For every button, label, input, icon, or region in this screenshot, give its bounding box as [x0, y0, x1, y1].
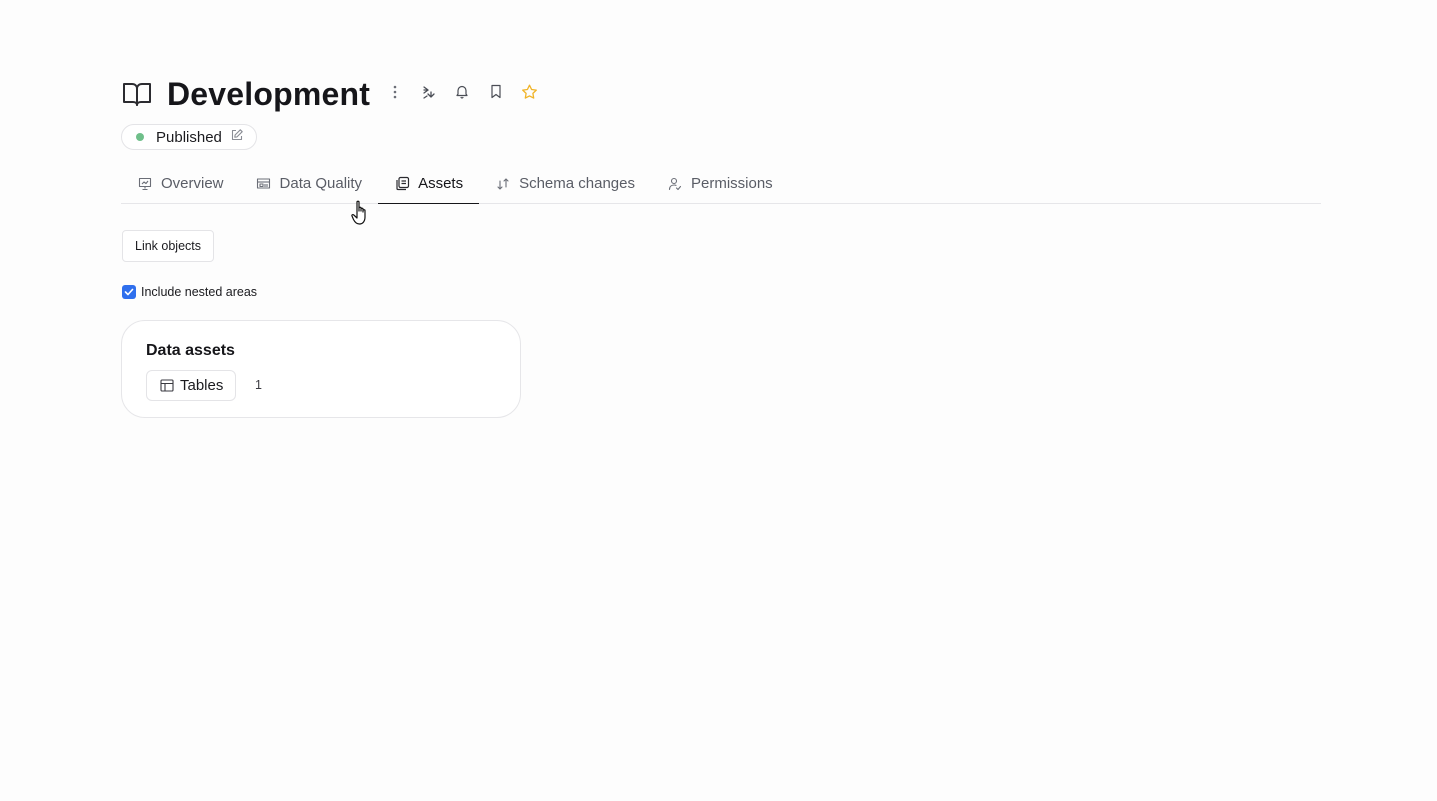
tables-count: 1	[255, 378, 262, 392]
presentation-icon	[137, 176, 153, 192]
tab-assets[interactable]: Assets	[378, 164, 480, 204]
page: Development Published Overview Data Qual…	[0, 0, 1437, 801]
tab-label: Assets	[418, 175, 464, 192]
link-objects-button[interactable]: Link objects	[122, 230, 215, 262]
favorite-button[interactable]	[516, 81, 542, 107]
tab-label: Data Quality	[279, 175, 363, 192]
notifications-button[interactable]	[449, 81, 475, 107]
tab-data-quality[interactable]: Data Quality	[240, 164, 379, 203]
tab-bar: Overview Data Quality Assets Schema chan…	[121, 164, 1321, 204]
tab-overview[interactable]: Overview	[121, 164, 240, 203]
bookmark-button[interactable]	[483, 81, 509, 107]
tab-permissions[interactable]: Permissions	[651, 164, 789, 203]
status-label: Published	[156, 128, 222, 146]
permissions-icon	[667, 176, 683, 192]
edit-icon[interactable]	[230, 128, 244, 147]
bookmark-icon	[490, 84, 502, 104]
include-nested-checkbox[interactable]	[122, 285, 136, 299]
status-badge[interactable]: Published	[121, 124, 257, 150]
page-title: Development	[167, 76, 371, 112]
more-vertical-icon	[393, 85, 397, 104]
include-nested-row: Include nested areas	[122, 285, 257, 299]
include-nested-label: Include nested areas	[141, 285, 258, 299]
bell-icon	[455, 84, 469, 104]
page-header: Development	[121, 74, 550, 114]
tab-label: Schema changes	[519, 175, 635, 192]
data-quality-icon	[256, 176, 272, 192]
book-icon	[121, 78, 153, 110]
lineage-button[interactable]	[416, 81, 442, 107]
table-icon	[160, 379, 174, 393]
tables-button[interactable]: Tables	[146, 370, 237, 401]
lineage-icon	[422, 85, 436, 104]
more-button[interactable]	[382, 81, 408, 107]
tab-label: Overview	[161, 175, 224, 192]
card-title: Data assets	[146, 342, 235, 359]
status-dot	[136, 133, 144, 141]
check-icon	[124, 288, 134, 296]
data-assets-card: Data assets Tables 1	[121, 320, 521, 418]
star-icon	[521, 84, 538, 105]
schema-changes-icon	[495, 176, 511, 192]
assets-icon	[394, 176, 410, 192]
tab-schema-changes[interactable]: Schema changes	[479, 164, 651, 203]
tab-label: Permissions	[690, 175, 773, 192]
tables-label: Tables	[180, 377, 224, 394]
